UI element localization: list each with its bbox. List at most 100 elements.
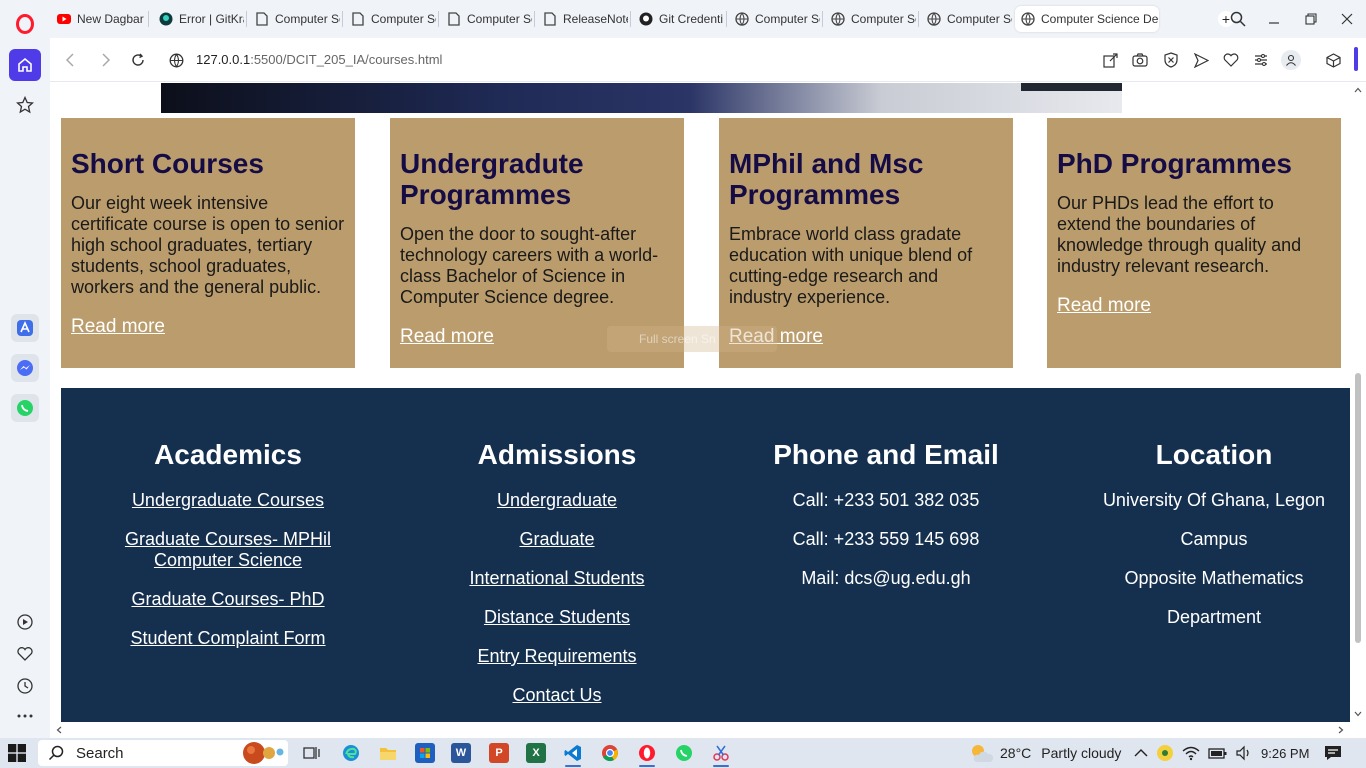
send-flow-icon[interactable]: [1191, 50, 1211, 70]
tab-1[interactable]: New Dagbar: [50, 8, 145, 30]
read-more-link[interactable]: Read more: [400, 326, 494, 347]
vertical-scrollbar[interactable]: [1350, 83, 1366, 728]
url-field[interactable]: 127.0.0.1:5500/DCIT_205_IA/courses.html: [196, 52, 442, 67]
tab-label: Computer Sc: [275, 12, 340, 26]
tab-7[interactable]: Git Credenti: [632, 8, 724, 30]
opera-taskbar-icon[interactable]: [637, 743, 657, 763]
task-view-icon[interactable]: [302, 743, 322, 763]
tab-search-icon[interactable]: [1228, 9, 1248, 29]
scrollbar-thumb[interactable]: [1355, 373, 1361, 643]
site-footer: Academics Undergraduate Courses Graduate…: [61, 388, 1350, 728]
tab-2[interactable]: Error | GitKra: [152, 8, 244, 30]
footer-academics: Academics Undergraduate Courses Graduate…: [63, 438, 393, 667]
home-icon[interactable]: [9, 49, 41, 81]
close-icon[interactable]: [1337, 9, 1357, 29]
footer-heading: Location: [1155, 439, 1273, 470]
footer-link[interactable]: Undergraduate Courses: [63, 490, 393, 511]
word-icon[interactable]: W: [451, 743, 471, 763]
tab-active-computer-science[interactable]: Computer Science De: [1015, 6, 1159, 32]
bookmarks-star-icon[interactable]: [13, 93, 37, 117]
heart-icon[interactable]: [13, 642, 37, 666]
document-icon: [543, 12, 557, 26]
powerpoint-icon[interactable]: P: [489, 743, 509, 763]
restore-icon[interactable]: [1301, 9, 1321, 29]
document-icon: [351, 12, 365, 26]
footer-link[interactable]: Graduate Courses- PhD: [63, 589, 393, 610]
taskbar-search-label: Search: [76, 744, 124, 762]
easy-setup-menu-icon[interactable]: [1251, 50, 1271, 70]
back-icon[interactable]: [60, 50, 80, 70]
taskbar-search-box[interactable]: Search: [38, 740, 288, 766]
edit-share-icon[interactable]: [1100, 50, 1120, 70]
opera-logo-icon[interactable]: [16, 14, 34, 34]
footer-heading: Phone and Email: [773, 439, 999, 470]
footer-link[interactable]: Entry Requirements: [392, 646, 722, 667]
adblock-shield-icon[interactable]: [1161, 50, 1181, 70]
tab-9[interactable]: Computer Sc: [824, 8, 916, 30]
globe-icon: [735, 12, 749, 26]
github-icon: [639, 12, 653, 26]
course-title: Undergradute Programmes: [400, 148, 584, 210]
whatsapp-taskbar-icon[interactable]: [674, 743, 694, 763]
weather-widget[interactable]: 28°C Partly cloudy: [968, 738, 1121, 768]
file-explorer-icon[interactable]: [378, 743, 398, 763]
whatsapp-icon[interactable]: [11, 394, 39, 422]
aria-ai-icon[interactable]: [11, 314, 39, 342]
footer-link[interactable]: Graduate: [392, 529, 722, 550]
camera-snapshot-icon[interactable]: [1130, 50, 1150, 70]
scroll-left-icon[interactable]: [56, 726, 62, 734]
course-title: MPhil and Msc Programmes: [729, 148, 924, 210]
forward-icon[interactable]: [96, 50, 116, 70]
tab-5[interactable]: Computer Sc: [440, 8, 532, 30]
clock[interactable]: 9:26 PM: [1261, 738, 1309, 768]
footer-contact: Phone and Email Call: +233 501 382 035 C…: [721, 438, 1051, 607]
profile-avatar-icon[interactable]: [1281, 50, 1301, 70]
player-icon[interactable]: [13, 610, 37, 634]
footer-email: Mail: dcs@ug.edu.gh: [801, 568, 971, 588]
course-title: PhD Programmes: [1057, 148, 1292, 179]
footer-location: Location University Of Ghana, Legon Camp…: [1049, 438, 1366, 646]
footer-link[interactable]: International Students: [392, 568, 722, 589]
tab-label: Computer Science De: [1041, 12, 1159, 26]
footer-phone: Call: +233 559 145 698: [792, 529, 980, 549]
chrome-icon[interactable]: [600, 743, 620, 763]
footer-link[interactable]: Contact Us: [392, 685, 722, 706]
read-more-link[interactable]: Read more: [1057, 295, 1151, 316]
horizontal-scrollbar[interactable]: [50, 722, 1350, 738]
favorites-heart-icon[interactable]: [1221, 50, 1241, 70]
footer-link[interactable]: Student Complaint Form: [63, 628, 393, 649]
footer-address-line: Opposite Mathematics: [1124, 568, 1304, 588]
vscode-icon[interactable]: [563, 743, 583, 763]
tab-8[interactable]: Computer Sc: [728, 8, 820, 30]
tab-10[interactable]: Computer Sc: [920, 8, 1012, 30]
footer-link[interactable]: Undergraduate: [392, 490, 722, 511]
wifi-icon[interactable]: [1182, 745, 1200, 761]
tab-3[interactable]: Computer Sc: [248, 8, 340, 30]
scroll-down-icon[interactable]: [1354, 711, 1362, 717]
battery-icon[interactable]: [1208, 746, 1228, 760]
tab-6[interactable]: ReleaseNote: [536, 8, 628, 30]
scroll-right-icon[interactable]: [1338, 726, 1344, 734]
edge-browser-icon[interactable]: [341, 743, 361, 763]
more-dots-icon[interactable]: [13, 704, 37, 728]
windows-start-icon[interactable]: [8, 744, 26, 762]
app-tray-icon[interactable]: [1156, 744, 1174, 762]
snipping-tool-icon[interactable]: [711, 743, 731, 763]
minimize-icon[interactable]: [1264, 9, 1284, 29]
tab-4[interactable]: Computer Sc: [344, 8, 436, 30]
site-info-globe-icon[interactable]: [166, 50, 186, 70]
store-icon[interactable]: [415, 743, 435, 763]
read-more-link[interactable]: Read more: [71, 316, 165, 337]
chevron-up-icon[interactable]: [1134, 748, 1148, 758]
volume-icon[interactable]: [1236, 745, 1252, 761]
extensions-cube-icon[interactable]: [1323, 50, 1343, 70]
reload-icon[interactable]: [128, 50, 148, 70]
history-clock-icon[interactable]: [13, 674, 37, 698]
notifications-icon[interactable]: [1324, 738, 1342, 768]
excel-icon[interactable]: X: [526, 743, 546, 763]
messenger-icon[interactable]: [11, 354, 39, 382]
tab-label: Computer Sc: [947, 12, 1012, 26]
footer-link[interactable]: Graduate Courses- MPHil Computer Science: [118, 529, 338, 571]
scroll-up-icon[interactable]: [1354, 87, 1362, 93]
footer-link[interactable]: Distance Students: [392, 607, 722, 628]
